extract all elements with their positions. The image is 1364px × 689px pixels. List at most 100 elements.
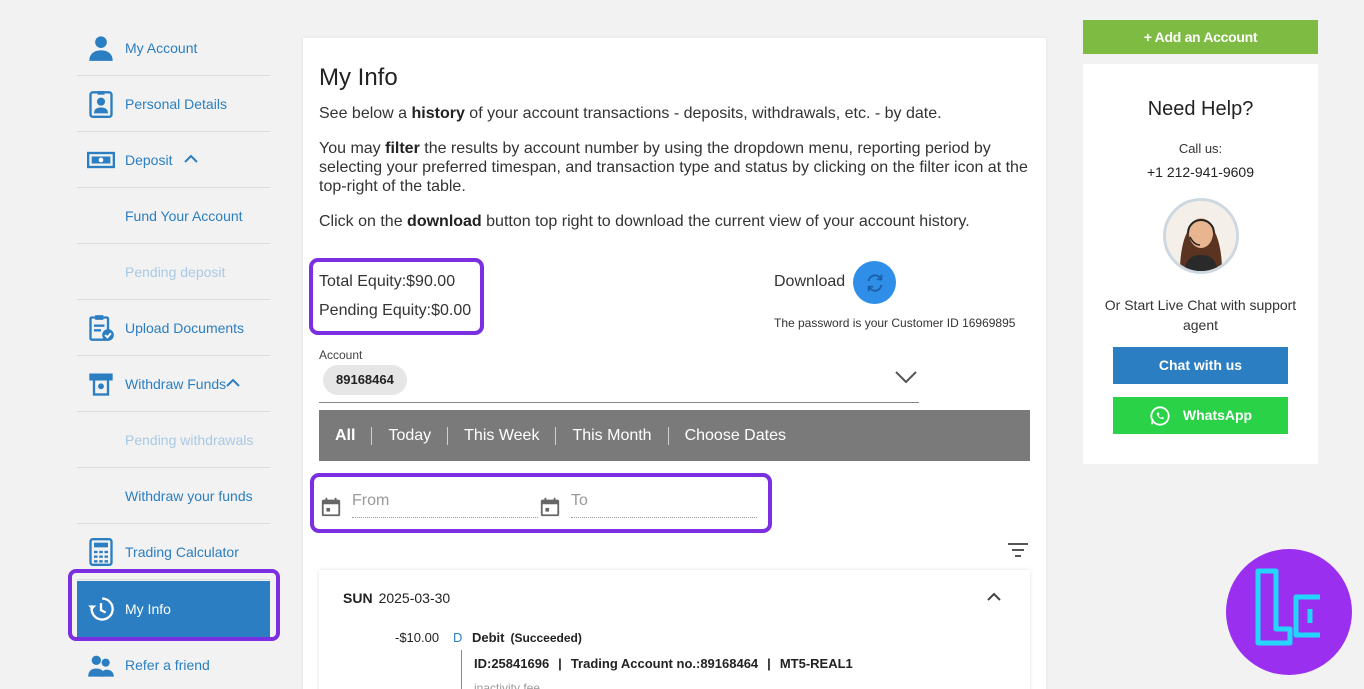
period-tabs: All Today This Week This Month Choose Da… — [319, 410, 1030, 461]
users-icon — [77, 651, 125, 679]
calendar-icon — [321, 497, 341, 517]
sidebar-item-upload-documents[interactable]: Upload Documents — [77, 300, 270, 356]
transaction-details: ID:25841696 | Trading Account no.:89168464… — [474, 656, 853, 671]
status-badge: (Succeeded) — [510, 631, 582, 645]
tab-this-week[interactable]: This Week — [448, 426, 557, 445]
text-bold: download — [407, 213, 482, 230]
live-chat-text: Or Start Live Chat with support agent — [1104, 297, 1297, 333]
text: button top right to download the current… — [481, 213, 970, 230]
id-card-icon — [77, 90, 125, 118]
trading-account: Trading Account no.:89168464 — [570, 656, 759, 671]
whatsapp-button[interactable]: WhatsApp — [1113, 397, 1288, 434]
password-note: The password is your Customer ID 1696989… — [774, 316, 1016, 330]
brand-logo — [1226, 549, 1352, 675]
sidebar-item-label: Withdraw your funds — [125, 487, 253, 504]
sidebar-item-refer-a-friend[interactable]: Refer a friend — [77, 637, 270, 689]
to-date-input[interactable]: To — [571, 488, 757, 518]
sidebar-item-pending-withdrawals[interactable]: Pending withdrawals — [77, 412, 270, 468]
transaction-amount: -$10.00 — [395, 630, 440, 645]
chat-with-us-button[interactable]: Chat with us — [1113, 347, 1288, 384]
sidebar-item-label: Refer a friend — [125, 657, 210, 673]
pending-equity: Pending Equity:$0.00 — [319, 302, 472, 319]
sidebar-item-label: Trading Calculator — [125, 543, 239, 560]
atm-icon — [77, 370, 125, 398]
help-title: Need Help? — [1147, 98, 1254, 120]
transaction-group: SUN 2025-03-30 -$10.00 D Debit (Succeeded)… — [319, 570, 1030, 689]
text: Click on the — [319, 213, 408, 230]
account-label: Account — [319, 348, 363, 362]
sidebar-item-label: Pending deposit — [125, 263, 226, 280]
sidebar-item-label: Withdraw Funds — [125, 375, 227, 392]
sidebar-item-fund-your-account[interactable]: Fund Your Account — [77, 188, 270, 244]
weekday: SUN — [343, 590, 373, 606]
sidebar-item-withdraw-funds[interactable]: Withdraw Funds — [77, 356, 270, 412]
whatsapp-icon — [1150, 405, 1170, 426]
sidebar: My Account Personal Details Deposit Fund… — [77, 20, 270, 689]
sidebar-item-label: Pending withdrawals — [125, 431, 254, 448]
transaction-date: SUN 2025-03-30 — [343, 590, 450, 606]
sidebar-item-label: My Info — [125, 601, 171, 617]
download-label: Download — [774, 273, 846, 290]
history-icon — [77, 595, 125, 623]
chevron-up-icon[interactable] — [184, 152, 199, 167]
download-paragraph: Click on the download button top right t… — [319, 212, 1034, 231]
transaction-id: ID:25841696 — [474, 656, 550, 671]
calendar-icon — [540, 497, 560, 517]
help-panel: Need Help? Call us: +1 212-941-9609 Or S… — [1083, 64, 1318, 464]
sidebar-item-label: Personal Details — [125, 95, 227, 112]
from-date-field[interactable]: From — [320, 488, 538, 518]
sidebar-item-pending-deposit[interactable]: Pending deposit — [77, 244, 270, 300]
sidebar-item-deposit[interactable]: Deposit — [77, 132, 270, 188]
filter-paragraph: You may filter the results by account nu… — [319, 139, 1034, 196]
whatsapp-label: WhatsApp — [1182, 407, 1253, 423]
add-account-button[interactable]: + Add an Account — [1083, 20, 1318, 54]
chevron-up-icon[interactable] — [985, 590, 1003, 604]
text-bold: history — [411, 105, 465, 122]
call-us-label: Call us: — [1178, 141, 1223, 156]
sidebar-item-withdraw-your-funds[interactable]: Withdraw your funds — [77, 468, 270, 524]
tab-today[interactable]: Today — [372, 426, 449, 445]
sidebar-item-my-info[interactable]: My Info — [77, 581, 270, 637]
sidebar-item-personal-details[interactable]: Personal Details — [77, 76, 270, 132]
page-title: My Info — [319, 64, 398, 91]
transaction-title: Debit (Succeeded) — [472, 630, 582, 645]
separator: | — [767, 656, 771, 671]
sidebar-item-label: Fund Your Account — [125, 207, 243, 224]
tab-all[interactable]: All — [335, 426, 373, 445]
from-date-input[interactable]: From — [352, 488, 538, 518]
transaction-kind: Debit — [472, 630, 505, 645]
separator: | — [558, 656, 562, 671]
chevron-down-icon[interactable] — [893, 364, 919, 390]
sidebar-item-trading-calculator[interactable]: Trading Calculator — [77, 524, 270, 580]
server: MT5-REAL1 — [779, 656, 853, 671]
filter-icon[interactable] — [1007, 541, 1029, 559]
text: the results by account number by using t… — [319, 140, 1028, 195]
to-date-field[interactable]: To — [539, 488, 757, 518]
sidebar-item-label: My Account — [125, 39, 198, 56]
user-icon — [77, 34, 125, 62]
phone-number[interactable]: +1 212-941-9609 — [1083, 164, 1318, 180]
sidebar-item-my-account[interactable]: My Account — [77, 20, 270, 76]
document-check-icon — [77, 314, 125, 342]
highlight-frame — [309, 258, 484, 335]
transaction-note: inactivity fee — [474, 681, 541, 689]
main-panel: My Info See below a history of your acco… — [303, 38, 1046, 689]
sidebar-item-label: Deposit — [125, 151, 173, 168]
text-bold: filter — [385, 140, 420, 157]
account-select[interactable] — [319, 402, 919, 403]
calculator-icon — [77, 537, 125, 566]
cash-icon — [77, 146, 125, 174]
divider — [461, 650, 462, 689]
download-button[interactable] — [853, 261, 896, 304]
total-equity: Total Equity:$90.00 — [319, 273, 456, 290]
account-chip[interactable]: 89168464 — [323, 365, 407, 395]
text: You may — [319, 140, 386, 157]
tab-this-month[interactable]: This Month — [556, 426, 669, 445]
tab-choose-dates[interactable]: Choose Dates — [669, 427, 802, 445]
avatar — [1163, 198, 1239, 274]
text: of your account transactions - deposits,… — [464, 105, 942, 122]
transaction-type-code: D — [453, 630, 463, 645]
intro-paragraph: See below a history of your account tran… — [319, 104, 1034, 123]
refresh-icon — [867, 273, 882, 292]
chevron-up-icon[interactable] — [226, 376, 240, 391]
